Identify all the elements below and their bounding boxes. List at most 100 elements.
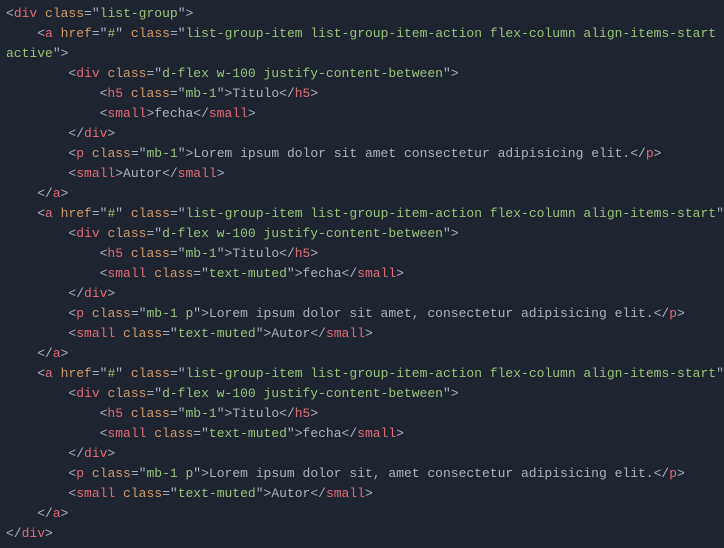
code-token: a <box>53 186 61 201</box>
code-token: small <box>107 266 146 281</box>
code-token: list-group-item list-group-item-action f… <box>186 26 724 41</box>
code-token: small <box>76 326 115 341</box>
code-token: class <box>131 86 170 101</box>
code-token: Titulo <box>232 86 279 101</box>
code-token: < <box>6 106 107 121</box>
code-token: > <box>451 226 459 241</box>
code-token: > <box>201 306 209 321</box>
code-token: </ <box>342 266 358 281</box>
code-line: <a href="#" class="list-group-item list-… <box>6 26 724 41</box>
code-token: h5 <box>295 406 311 421</box>
code-token: small <box>107 106 146 121</box>
code-token: " <box>193 306 201 321</box>
code-token: = <box>84 6 92 21</box>
code-token: Lorem ipsum dolor sit amet consectetur a… <box>193 146 630 161</box>
code-token: a <box>45 366 53 381</box>
code-token: > <box>310 406 318 421</box>
code-token: " <box>256 326 264 341</box>
code-token: > <box>107 446 115 461</box>
code-token: = <box>162 486 170 501</box>
code-token: </ <box>6 126 84 141</box>
code-token: > <box>396 266 404 281</box>
code-token: " <box>443 226 451 241</box>
code-token: div <box>22 526 45 541</box>
code-token: < <box>6 26 45 41</box>
code-token: small <box>76 486 115 501</box>
code-token: " <box>178 6 186 21</box>
code-token: < <box>6 406 107 421</box>
code-token: > <box>310 86 318 101</box>
code-token: div <box>84 126 107 141</box>
code-line: </a> <box>6 186 68 201</box>
code-token: > <box>248 106 256 121</box>
code-token: " <box>193 466 201 481</box>
code-token: > <box>295 426 303 441</box>
code-token: p <box>646 146 654 161</box>
code-line: <div class="list-group"> <box>6 6 193 21</box>
code-token: < <box>6 206 45 221</box>
code-token: " <box>287 426 295 441</box>
code-token: a <box>53 506 61 521</box>
code-token: class <box>107 226 146 241</box>
code-token: class <box>92 146 131 161</box>
code-token: > <box>61 186 69 201</box>
code-token: href <box>61 206 92 221</box>
code-token: = <box>193 426 201 441</box>
code-token: " <box>53 46 61 61</box>
code-token: > <box>451 386 459 401</box>
code-token: " <box>217 406 225 421</box>
code-line: </div> <box>6 286 115 301</box>
code-token: = <box>131 466 139 481</box>
code-token: href <box>61 26 92 41</box>
code-line: <div class="d-flex w-100 justify-content… <box>6 226 459 241</box>
code-token: " <box>92 6 100 21</box>
code-token: < <box>6 386 76 401</box>
code-token: Autor <box>271 326 310 341</box>
code-token: list-group-item list-group-item-action f… <box>186 366 717 381</box>
code-token: " <box>154 226 162 241</box>
code-token: < <box>6 326 76 341</box>
code-token: text-muted <box>178 326 256 341</box>
code-token: small <box>357 266 396 281</box>
code-token: Lorem ipsum dolor sit, amet consectetur … <box>209 466 654 481</box>
code-line: <h5 class="mb-1">Titulo</h5> <box>6 86 318 101</box>
code-token <box>53 366 61 381</box>
code-line: <small class="text-muted">Autor</small> <box>6 486 373 501</box>
code-token: h5 <box>295 86 311 101</box>
code-token: </ <box>6 346 53 361</box>
code-token: " <box>178 26 186 41</box>
code-token: h5 <box>107 406 123 421</box>
code-token: </ <box>6 286 84 301</box>
code-token <box>123 86 131 101</box>
code-token: small <box>178 166 217 181</box>
code-token: = <box>170 406 178 421</box>
code-token: </ <box>6 186 53 201</box>
code-token <box>53 26 61 41</box>
code-token: = <box>170 86 178 101</box>
code-token: mb-1 p <box>146 466 193 481</box>
code-token: class <box>123 486 162 501</box>
code-token <box>84 146 92 161</box>
code-token: p <box>669 306 677 321</box>
code-token <box>53 206 61 221</box>
code-token: " <box>178 206 186 221</box>
code-token: > <box>107 126 115 141</box>
code-token: " <box>716 366 724 381</box>
code-token: < <box>6 466 76 481</box>
code-token: > <box>310 246 318 261</box>
code-line: </div> <box>6 446 115 461</box>
code-token: < <box>6 166 76 181</box>
code-token: mb-1 <box>185 246 216 261</box>
code-token: class <box>107 386 146 401</box>
code-line: </div> <box>6 126 115 141</box>
code-token: a <box>45 206 53 221</box>
code-token: " <box>256 486 264 501</box>
code-token: " <box>443 386 451 401</box>
code-token: a <box>45 26 53 41</box>
code-token: " <box>287 266 295 281</box>
code-token: div <box>76 386 99 401</box>
code-token: small <box>357 426 396 441</box>
code-token: < <box>6 486 76 501</box>
code-token: " <box>201 266 209 281</box>
code-line: <small class="text-muted">fecha</small> <box>6 426 404 441</box>
